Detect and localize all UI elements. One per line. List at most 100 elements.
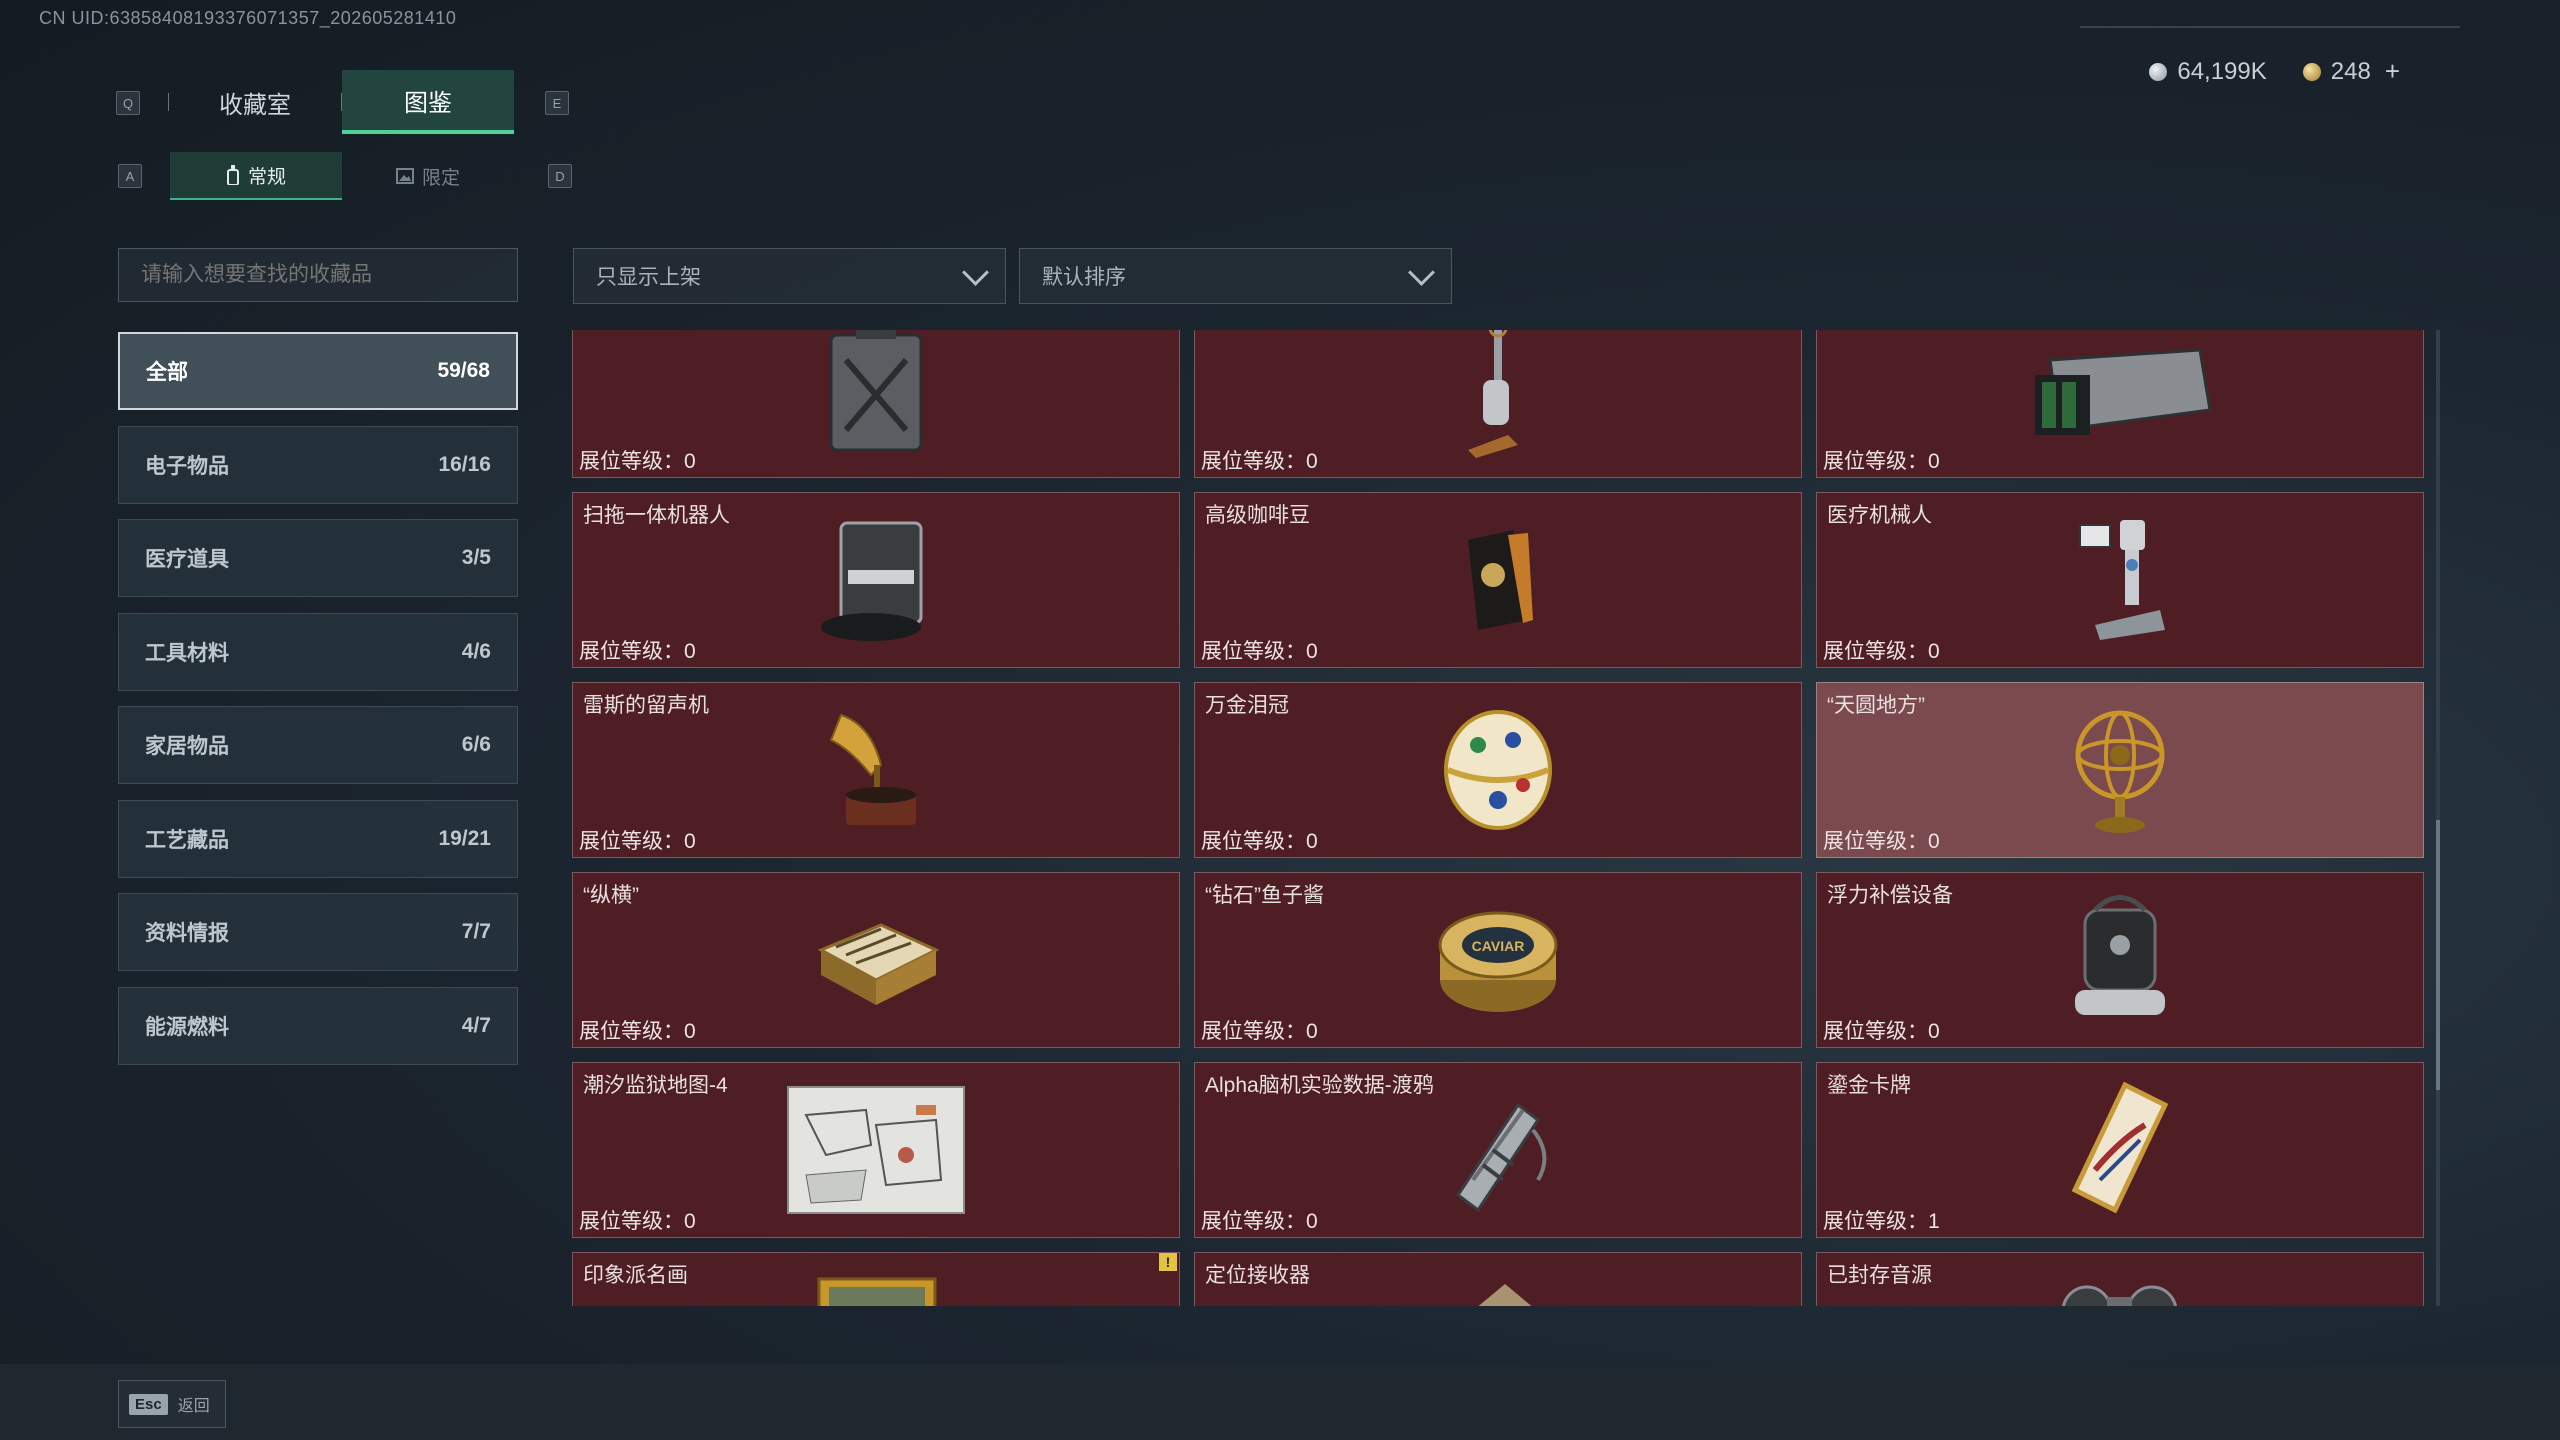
item-card[interactable]: Alpha脑机实验数据-渡鸦 展位等级：0 <box>1194 1062 1802 1238</box>
search-box[interactable] <box>118 248 518 302</box>
top-divider <box>2080 26 2460 28</box>
level-value: 0 <box>684 1210 696 1233</box>
level-prefix: 展位等级： <box>579 1020 684 1043</box>
sort-value: 默认排序 <box>1042 266 1126 289</box>
category-tools[interactable]: 工具材料 4/6 <box>118 612 518 691</box>
item-card[interactable]: 潮汐监狱地图-4 展位等级：0 <box>572 1062 1180 1238</box>
tab-codex[interactable]: 图鉴 <box>342 70 514 134</box>
sort-dropdown[interactable]: 默认排序 <box>1019 248 1452 304</box>
uid-label: CN UID:638584081933760713​57_20260528141… <box>39 8 457 28</box>
item-level: 展位等级：0 <box>1201 445 1318 475</box>
level-value: 0 <box>1306 640 1318 663</box>
search-input[interactable] <box>139 262 517 288</box>
item-card[interactable]: 浮力补偿设备 展位等级：0 <box>1816 872 2424 1048</box>
chevron-down-icon <box>962 258 989 286</box>
image-icon <box>395 168 414 184</box>
level-value: 0 <box>684 640 696 663</box>
category-count: 6/6 <box>461 733 491 756</box>
item-level: 展位等级：0 <box>1201 825 1318 855</box>
category-count: 4/6 <box>461 639 491 663</box>
reel-icon <box>2062 1285 2177 1306</box>
level-value: 0 <box>1928 640 1940 663</box>
item-card[interactable]: 万金泪冠 展位等级：0 <box>1194 682 1802 858</box>
category-label: 医疗道具 <box>145 548 229 571</box>
category-energy[interactable]: 能源燃料 4/7 <box>118 986 518 1065</box>
item-name: “钻石”鱼子酱 <box>1205 884 1324 907</box>
category-crafts[interactable]: 工艺藏品 19/21 <box>118 799 518 878</box>
item-card[interactable]: 高级咖啡豆 展位等级：0 <box>1194 492 1802 668</box>
item-name: 雷斯的留声机 <box>583 694 709 717</box>
grid-scrollbar[interactable] <box>2436 330 2440 1306</box>
level-value: 1 <box>1928 1210 1940 1233</box>
currency-bar: 64,199K 248 + <box>2149 56 2400 87</box>
category-intel[interactable]: 资料情报 7/7 <box>118 893 518 971</box>
silver-amount: 64,199K <box>2177 57 2267 85</box>
category-count: 16/16 <box>438 452 491 476</box>
add-currency-button[interactable]: + <box>2385 56 2400 87</box>
back-button[interactable]: Esc 返回 <box>118 1380 226 1428</box>
subtab-limited-label: 限定 <box>421 167 460 189</box>
item-name: 高级咖啡豆 <box>1205 504 1310 527</box>
item-name: 已封存音源 <box>1827 1264 1932 1287</box>
item-level: 展位等级：0 <box>579 635 696 665</box>
level-value: 0 <box>1306 830 1318 853</box>
category-electronics[interactable]: 电子物品 16/16 <box>118 425 518 504</box>
shelf-filter-value: 只显示上架 <box>596 266 701 289</box>
level-prefix: 展位等级： <box>1823 1210 1928 1233</box>
shelf-filter-dropdown[interactable]: 只显示上架 <box>573 248 1006 304</box>
item-card[interactable]: 展位等级：0 <box>1194 330 1802 478</box>
item-level: 展位等级：0 <box>1201 1015 1318 1045</box>
tab-collection-room[interactable]: 收藏室 <box>169 70 341 134</box>
item-card[interactable]: 印象派名画 ! <box>572 1252 1180 1306</box>
item-card[interactable]: “钻石”鱼子酱 CAVIAR 展位等级：0 <box>1194 872 1802 1048</box>
subtab-limited[interactable]: 限定 <box>342 152 514 200</box>
item-level: 展位等级：0 <box>1823 1015 1940 1045</box>
category-medical[interactable]: 医疗道具 3/5 <box>118 519 518 597</box>
category-list: 全部 59/68 电子物品 16/16 医疗道具 3/5 工具材料 4/6 家居物品 6/… <box>118 332 518 1080</box>
item-card[interactable]: 雷斯的留声机 展位等级：0 <box>572 682 1180 858</box>
item-card[interactable]: 展位等级：0 <box>572 330 1180 478</box>
item-card[interactable]: 扫拖一体机器人 展位等级：0 <box>572 492 1180 668</box>
level-value: 0 <box>1928 830 1940 853</box>
item-level: 展位等级：0 <box>1201 1205 1318 1235</box>
level-value: 0 <box>1928 1020 1940 1043</box>
item-card[interactable]: 鎏金卡牌 展位等级：1 <box>1816 1062 2424 1238</box>
category-count: 4/7 <box>461 1013 491 1037</box>
level-value: 0 <box>1306 1020 1318 1043</box>
item-card[interactable]: 已封存音源 <box>1816 1252 2424 1306</box>
level-prefix: 展位等级： <box>579 830 684 853</box>
item-card[interactable]: “纵横” 展位等级：0 <box>572 872 1180 1048</box>
item-card[interactable]: 展位等级：0 <box>1816 330 2424 478</box>
item-name: 万金泪冠 <box>1205 694 1289 717</box>
category-count: 19/21 <box>438 826 491 850</box>
level-prefix: 展位等级： <box>1823 1020 1928 1043</box>
item-level: 展位等级：0 <box>579 445 696 475</box>
item-card[interactable]: “天圆地方” 展位等级：0 <box>1816 682 2424 858</box>
item-name: 定位接收器 <box>1205 1264 1310 1287</box>
level-prefix: 展位等级： <box>579 1210 684 1233</box>
item-card[interactable]: 定位接收器 <box>1194 1252 1802 1306</box>
level-value: 0 <box>684 1020 696 1043</box>
category-household[interactable]: 家居物品 6/6 <box>118 706 518 784</box>
next-tab-key[interactable]: E <box>545 91 569 115</box>
category-label: 电子物品 <box>145 454 229 478</box>
item-level: 展位等级：0 <box>1823 445 1940 475</box>
item-level: 展位等级：1 <box>1823 1205 1940 1235</box>
subtab-regular[interactable]: 常规 <box>170 152 342 200</box>
level-prefix: 展位等级： <box>1201 830 1306 853</box>
item-level: 展位等级：0 <box>1823 825 1940 855</box>
gramophone-icon <box>829 713 916 825</box>
prev-tab-key[interactable]: Q <box>116 91 140 115</box>
item-card[interactable]: 医疗机械人 展位等级：0 <box>1816 492 2424 668</box>
level-prefix: 展位等级： <box>1823 450 1928 473</box>
caviar-tin-icon: CAVIAR <box>1438 911 1558 1012</box>
item-name: 浮力补偿设备 <box>1827 884 1953 907</box>
item-level: 展位等级：0 <box>1823 635 1940 665</box>
level-prefix: 展位等级： <box>1823 830 1928 853</box>
category-all[interactable]: 全部 59/68 <box>118 332 518 410</box>
next-subtab-key[interactable]: D <box>548 164 572 188</box>
scrollbar-thumb[interactable] <box>2436 820 2440 1090</box>
level-prefix: 展位等级： <box>1201 640 1306 663</box>
prev-subtab-key[interactable]: A <box>118 164 142 188</box>
buoyancy-device-icon <box>2075 895 2165 1015</box>
